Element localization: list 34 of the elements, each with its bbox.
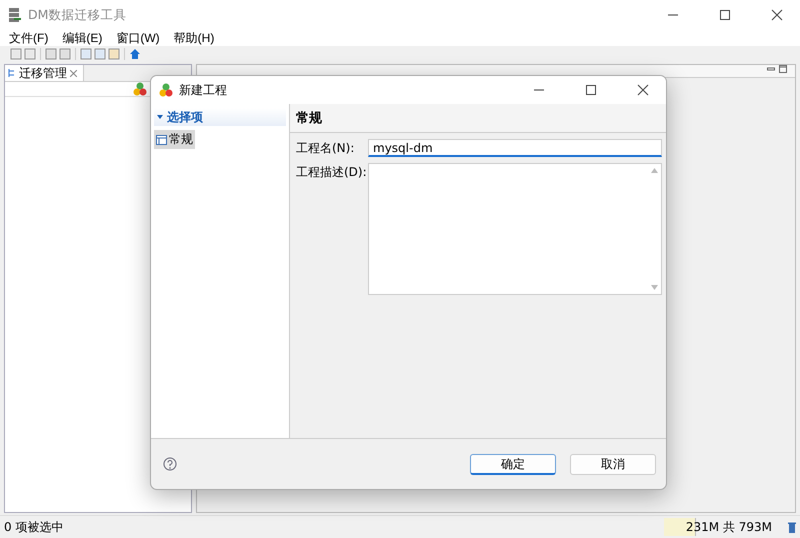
scroll-up-icon[interactable] xyxy=(650,168,658,173)
memory-text: 231M 共 793M xyxy=(686,518,772,536)
tree-item[interactable]: 选择项 xyxy=(154,108,286,126)
field-label: 工程描述(D): xyxy=(296,164,368,181)
maximize-icon xyxy=(719,9,731,21)
input-field[interactable]: mysql-dm xyxy=(368,139,662,157)
caret-icon xyxy=(157,114,163,120)
project-icon xyxy=(133,82,147,96)
maximize-icon xyxy=(585,84,597,96)
close-icon xyxy=(771,9,783,21)
section-title: 常规 xyxy=(290,104,666,133)
status-text: 0 项被选中 xyxy=(3,518,64,536)
maximize-icon[interactable] xyxy=(779,65,787,73)
page-icon xyxy=(156,134,167,144)
menu-item[interactable]: 编辑(E) xyxy=(55,30,110,46)
menu-item[interactable]: 文件(F) xyxy=(2,30,56,46)
tree-icon xyxy=(8,68,16,78)
minimize-icon[interactable] xyxy=(767,65,775,73)
close-icon xyxy=(637,84,649,96)
menu-item[interactable]: 帮助(H) xyxy=(166,30,222,46)
window-title: DM数据迁移工具 xyxy=(28,6,128,24)
dialog-button[interactable]: 取消 xyxy=(570,454,656,474)
close-icon[interactable] xyxy=(70,70,77,76)
dialog-button[interactable]: 确定 xyxy=(470,454,556,474)
scroll-down-icon[interactable] xyxy=(650,285,658,290)
tree-item[interactable]: 常规 xyxy=(154,130,195,149)
menu-item[interactable]: 窗口(W) xyxy=(109,30,167,46)
app-icon xyxy=(8,7,22,23)
panel-tab[interactable]: 迁移管理 xyxy=(5,65,84,81)
help-icon[interactable] xyxy=(163,457,177,471)
text-area[interactable] xyxy=(368,163,662,295)
dialog-icon xyxy=(159,83,173,97)
dialog-title: 新建工程 xyxy=(179,82,228,98)
field-label: 工程名(N): xyxy=(296,140,356,157)
